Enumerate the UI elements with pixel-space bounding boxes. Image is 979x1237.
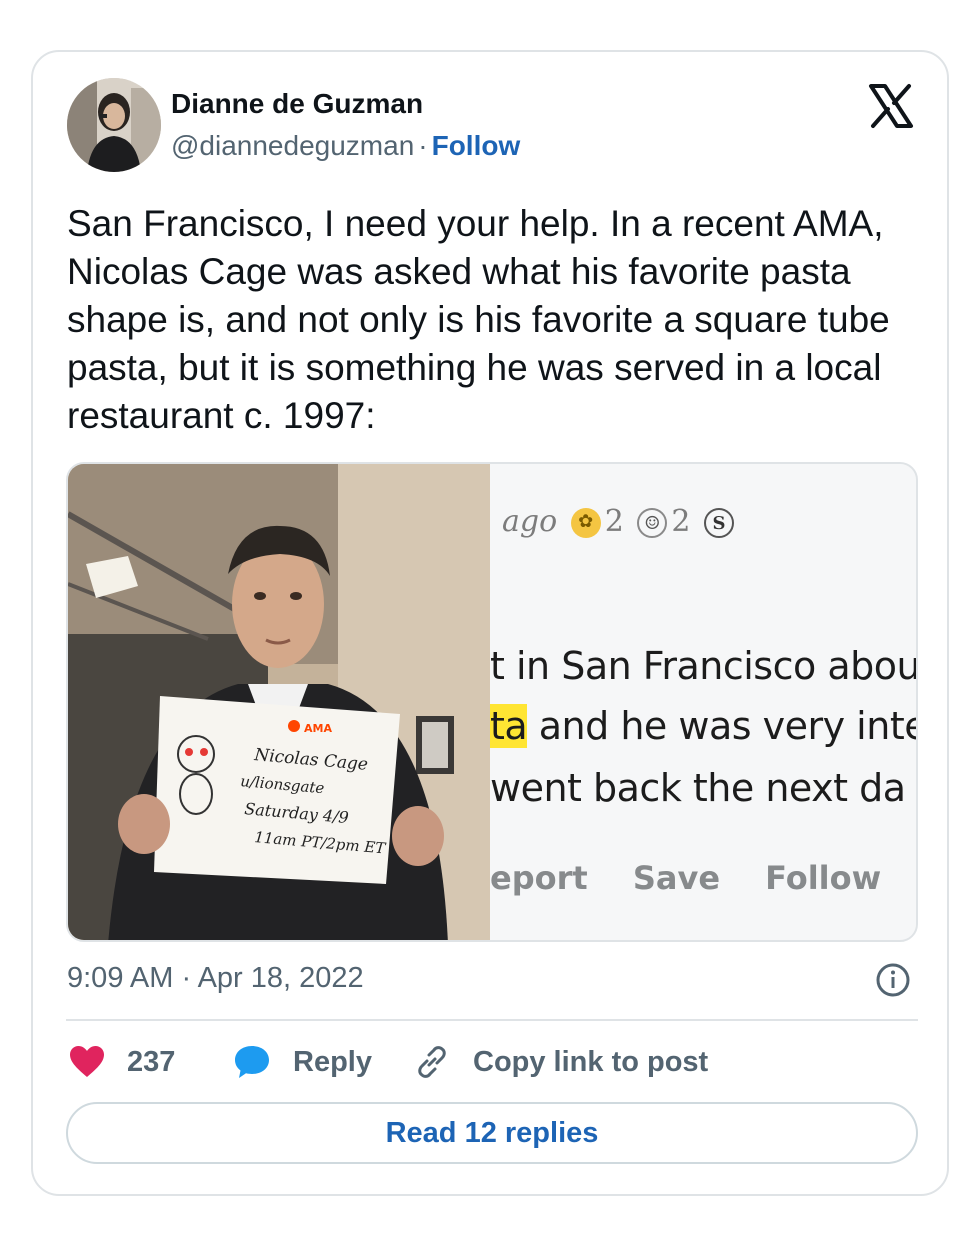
- comment-line-2-rest: and he was very inte: [527, 704, 918, 748]
- reply-label: Reply: [293, 1045, 372, 1078]
- silver-award-icon: S: [703, 508, 734, 538]
- reddit-comment-screenshot: ago ✿ 2 ☺ 2 S t in San Francisco abou ta a…: [490, 464, 918, 940]
- handle-separator: ·: [418, 130, 428, 161]
- action-divider: [66, 1019, 918, 1021]
- info-icon[interactable]: [875, 962, 911, 998]
- tweet-embed-card: Dianne de Guzman @diannedeguzman · Follow …: [31, 50, 949, 1196]
- comment-actions: eport Save Follow: [490, 859, 915, 897]
- comment-highlight: ta: [490, 704, 528, 748]
- ama-sign: AMA Nicolas Cage u/lionsgate Saturday 4/…: [154, 696, 400, 884]
- copy-link-label: Copy link to post: [473, 1045, 709, 1078]
- comment-line-2: ta and he was very inte: [490, 704, 918, 748]
- author-name[interactable]: Dianne de Guzman: [171, 88, 423, 120]
- wholesome-award-icon: ☺: [637, 508, 668, 538]
- comment-follow: Follow: [765, 859, 882, 897]
- comment-line-1: t in San Francisco abou: [490, 644, 918, 688]
- award-count-2: 2: [671, 504, 691, 539]
- speech-bubble-icon: [235, 1046, 269, 1078]
- author-handle-row: @diannedeguzman · Follow: [171, 130, 520, 162]
- award-count-1: 2: [604, 504, 624, 539]
- author-handle[interactable]: @diannedeguzman: [171, 130, 414, 161]
- copy-link-button[interactable]: Copy link to post: [413, 1042, 708, 1082]
- nicolas-cage-photo: AMA Nicolas Cage u/lionsgate Saturday 4/…: [68, 464, 490, 940]
- comment-save: Save: [632, 859, 721, 897]
- avatar-photo: [67, 78, 161, 172]
- comment-age: ago: [502, 504, 558, 539]
- follow-button[interactable]: Follow: [432, 130, 521, 161]
- sign-badge: AMA: [304, 722, 332, 735]
- like-button[interactable]: 237: [69, 1042, 175, 1082]
- tweet-text: San Francisco, I need your help. In a re…: [67, 203, 890, 436]
- read-replies-button[interactable]: Read 12 replies: [66, 1102, 918, 1164]
- comment-meta: ago ✿ 2 ☺ 2 S: [502, 504, 738, 539]
- gold-award-icon: ✿: [570, 508, 601, 538]
- link-icon: [418, 1046, 446, 1078]
- comment-line-3: went back the next da: [490, 766, 906, 810]
- author-avatar[interactable]: [67, 78, 161, 172]
- heart-icon: [70, 1046, 104, 1077]
- like-count: 237: [127, 1045, 176, 1078]
- tweet-timestamp[interactable]: 9:09 AM · Apr 18, 2022: [67, 962, 364, 995]
- comment-report: eport: [490, 859, 588, 897]
- tweet-media[interactable]: AMA Nicolas Cage u/lionsgate Saturday 4/…: [66, 462, 918, 942]
- x-logo-icon[interactable]: [867, 82, 915, 130]
- reply-button[interactable]: Reply: [233, 1042, 372, 1082]
